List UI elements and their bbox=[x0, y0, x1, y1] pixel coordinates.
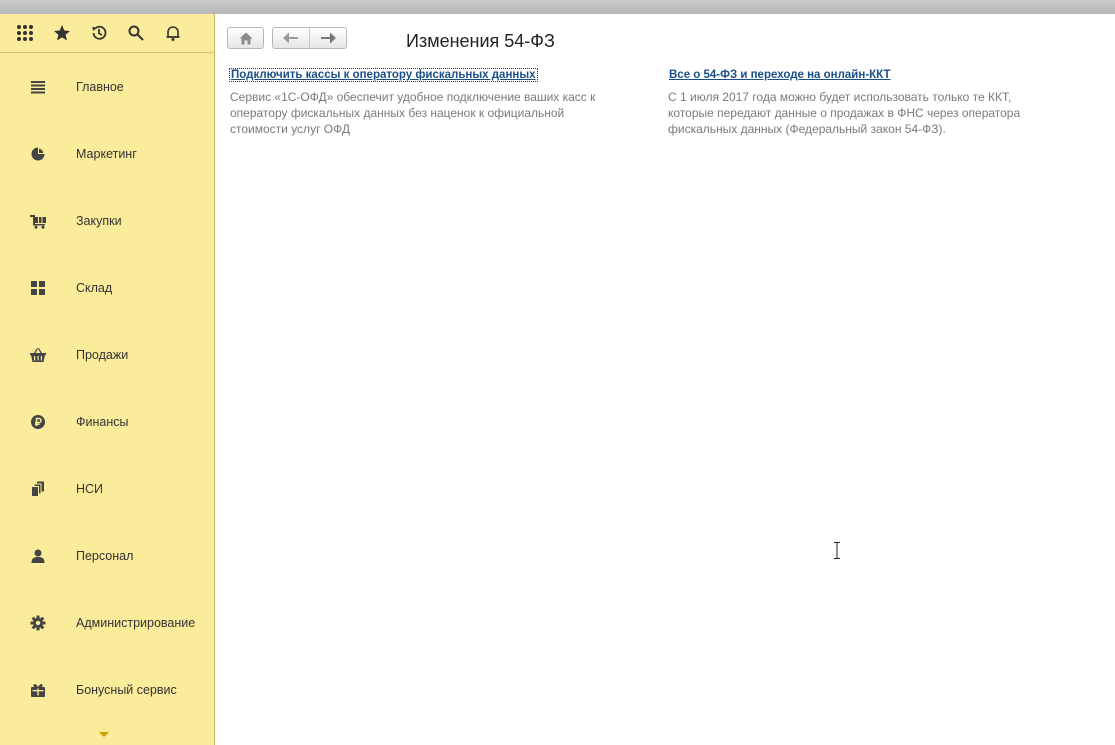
documents-icon bbox=[29, 481, 47, 497]
ofd-connect-section: Подключить кассы к оператору фискальных … bbox=[229, 65, 610, 137]
gift-icon bbox=[29, 682, 47, 698]
sidebar-item-sales[interactable]: Продажи bbox=[0, 335, 214, 375]
ruble-coin-icon bbox=[29, 414, 47, 430]
pie-chart-icon bbox=[29, 146, 47, 162]
sidebar-toolbar bbox=[0, 14, 214, 53]
home-button[interactable] bbox=[227, 27, 264, 49]
sidebar-item-label: Маркетинг bbox=[76, 147, 137, 161]
sidebar-item-purchases[interactable]: Закупки bbox=[0, 201, 214, 241]
law-54fz-info-link[interactable]: Все о 54-ФЗ и переходе на онлайн-ККТ bbox=[668, 69, 892, 81]
forward-button[interactable] bbox=[310, 28, 346, 48]
sidebar-item-label: Бонусный сервис bbox=[76, 683, 177, 697]
scroll-down-arrow-icon[interactable] bbox=[99, 732, 109, 737]
back-button[interactable] bbox=[273, 28, 309, 48]
sidebar-item-label: Склад bbox=[76, 281, 113, 295]
sidebar-item-nsi[interactable]: НСИ bbox=[0, 469, 214, 509]
sidebar-item-label: Персонал bbox=[76, 549, 134, 563]
sidebar-item-label: НСИ bbox=[76, 482, 104, 496]
main-content: Изменения 54-ФЗ Подключить кассы к опера… bbox=[215, 14, 1115, 745]
apps-grid-icon[interactable] bbox=[6, 14, 43, 52]
sidebar-item-marketing[interactable]: Маркетинг bbox=[0, 134, 214, 174]
sidebar-item-warehouse[interactable]: Склад bbox=[0, 268, 214, 308]
person-icon bbox=[29, 548, 47, 564]
sidebar-item-finance[interactable]: Финансы bbox=[0, 402, 214, 442]
search-icon[interactable] bbox=[117, 14, 154, 52]
sidebar: Главное Маркетинг Закупки Склад Продажи bbox=[0, 14, 215, 745]
sidebar-item-label: Финансы bbox=[76, 415, 129, 429]
window-title-strip bbox=[0, 0, 1115, 14]
menu-lines-icon bbox=[29, 79, 47, 95]
connect-ofd-description: Сервис «1С-ОФД» обеспечит удобное подклю… bbox=[230, 90, 596, 136]
navigation-buttons bbox=[227, 27, 347, 49]
history-navigation bbox=[272, 27, 347, 49]
text-cursor-icon bbox=[834, 542, 840, 559]
history-icon[interactable] bbox=[80, 14, 117, 52]
connect-ofd-link[interactable]: Подключить кассы к оператору фискальных … bbox=[229, 68, 538, 82]
arrow-left-icon bbox=[283, 32, 298, 44]
arrow-right-icon bbox=[320, 32, 336, 44]
cart-icon bbox=[29, 213, 47, 229]
warehouse-grid-icon bbox=[29, 280, 47, 296]
sidebar-item-administration[interactable]: Администрирование bbox=[0, 603, 214, 643]
page-title: Изменения 54-ФЗ bbox=[406, 31, 555, 51]
basket-icon bbox=[29, 347, 47, 363]
sidebar-item-label: Закупки bbox=[76, 214, 122, 228]
gear-icon bbox=[29, 615, 47, 631]
favorites-star-icon[interactable] bbox=[43, 14, 80, 52]
sidebar-item-label: Продажи bbox=[76, 348, 129, 362]
law-info-section: Все о 54-ФЗ и переходе на онлайн-ККТ С 1… bbox=[668, 65, 1048, 137]
law-54fz-description: С 1 июля 2017 года можно будет использов… bbox=[668, 90, 1021, 136]
sidebar-item-personnel[interactable]: Персонал bbox=[0, 536, 214, 576]
notifications-bell-icon[interactable] bbox=[154, 14, 191, 52]
sidebar-item-label: Главное bbox=[76, 80, 124, 94]
sidebar-item-label: Администрирование bbox=[76, 616, 196, 630]
sidebar-item-bonus-service[interactable]: Бонусный сервис bbox=[0, 670, 214, 710]
home-icon bbox=[239, 32, 252, 44]
sidebar-item-main[interactable]: Главное bbox=[0, 67, 214, 107]
